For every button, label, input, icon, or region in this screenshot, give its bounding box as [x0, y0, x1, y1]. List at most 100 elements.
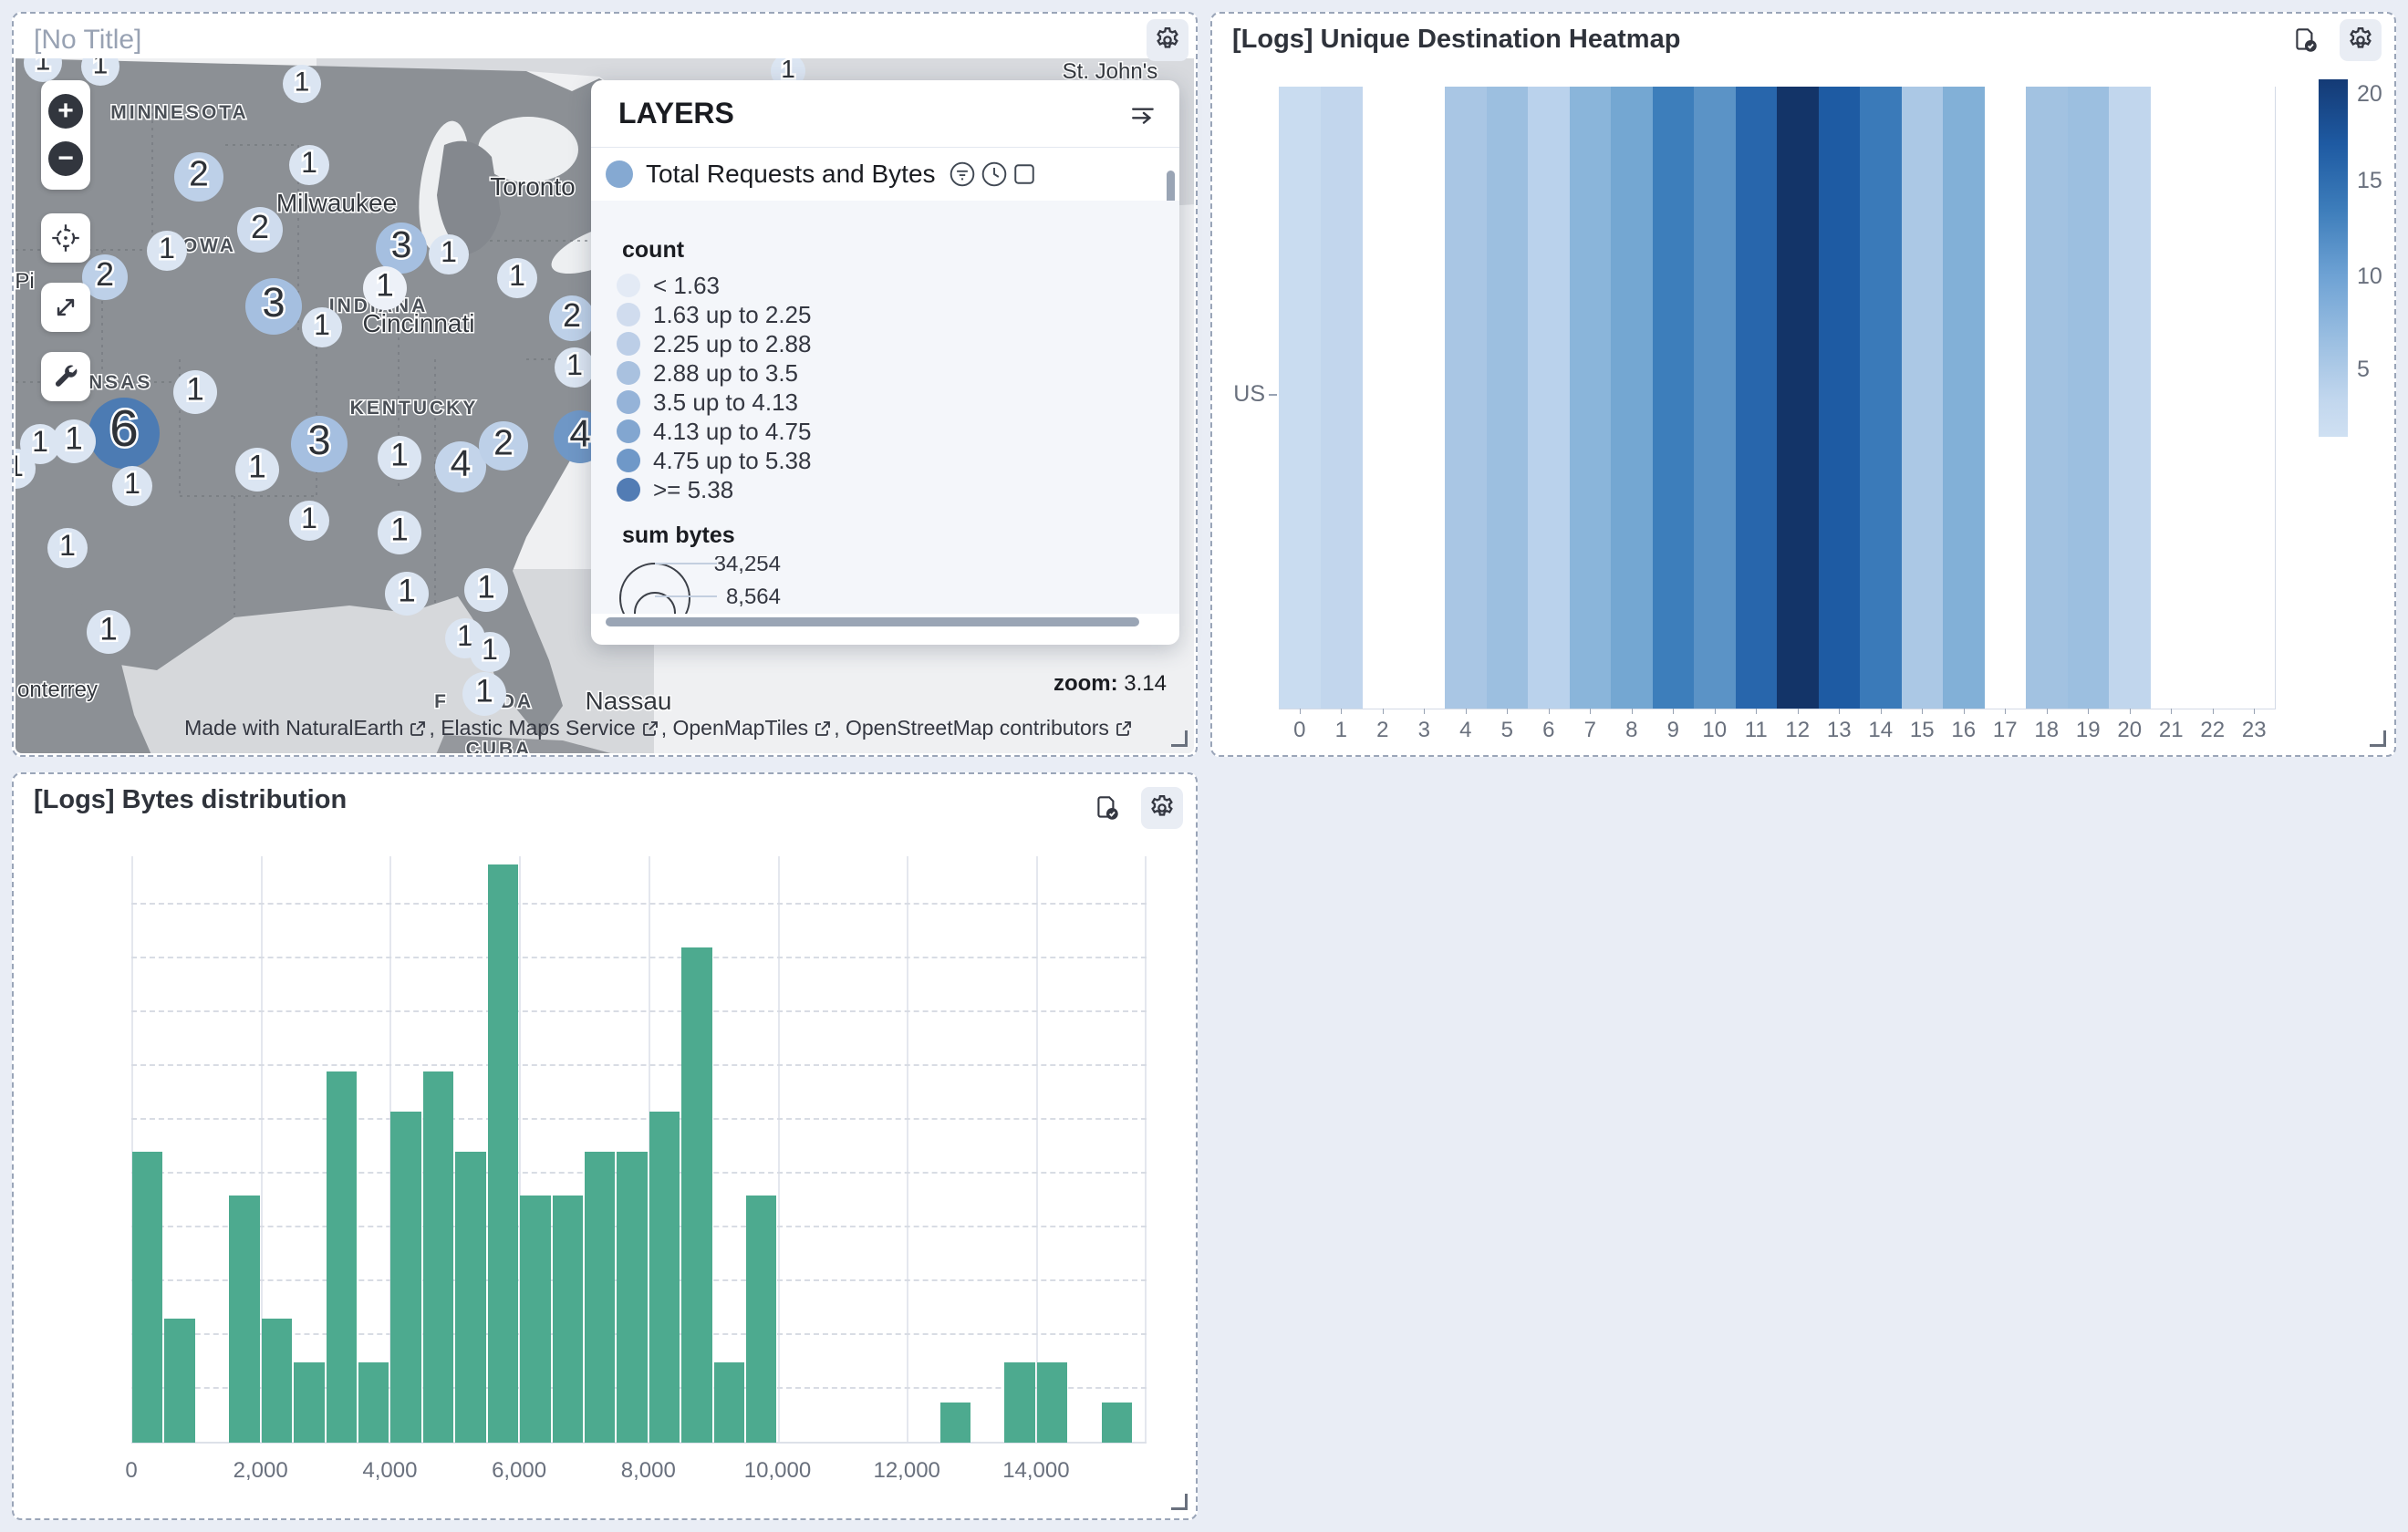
histogram-settings-button[interactable] — [1141, 787, 1183, 829]
heatmap-cell[interactable] — [1860, 87, 1902, 709]
legend-label: 4.75 up to 5.38 — [653, 447, 811, 475]
heatmap-cell[interactable] — [1694, 87, 1736, 709]
tools-button[interactable] — [41, 352, 90, 401]
histogram-bar[interactable] — [940, 1403, 970, 1443]
layer-row[interactable]: Total Requests and Bytes — [591, 148, 1179, 201]
histogram-bar[interactable] — [390, 1112, 420, 1443]
heatmap-settings-button[interactable] — [2340, 19, 2382, 61]
heatmap-cell[interactable] — [1611, 87, 1653, 709]
heatmap-x-label: 11 — [1745, 718, 1768, 743]
heatmap-cell[interactable] — [1487, 87, 1529, 709]
collapse-panel-icon[interactable] — [1130, 102, 1157, 126]
histogram-bar[interactable] — [358, 1362, 389, 1444]
histogram-save-to-library-button[interactable] — [1086, 787, 1128, 829]
heatmap-x-tick — [1507, 709, 1508, 714]
map-place-label: Pi — [16, 269, 35, 294]
map-cluster-count: 1 — [248, 450, 265, 485]
zoom-in-button[interactable]: + — [48, 94, 83, 129]
histogram-vertical-gridline — [1145, 856, 1147, 1443]
heatmap-cell[interactable] — [1279, 87, 1321, 709]
heatmap-x-tick — [1881, 709, 1882, 714]
heatmap-x-tick — [1756, 709, 1757, 714]
histogram-bar[interactable] — [294, 1362, 324, 1444]
heatmap-cell[interactable] — [1570, 87, 1612, 709]
heatmap-cell[interactable] — [1528, 87, 1570, 709]
attribution-link[interactable]: , OpenStreetMap contributors — [834, 716, 1109, 740]
sum-bytes-legend: 34,2548,5640 — [609, 556, 883, 614]
heatmap-cell[interactable] — [2026, 87, 2068, 709]
histogram-bar[interactable] — [488, 864, 518, 1443]
histogram-bar[interactable] — [262, 1319, 292, 1443]
heatmap-save-to-library-button[interactable] — [2285, 19, 2327, 61]
horizontal-scrollbar[interactable] — [606, 617, 1139, 626]
file-check-icon — [2291, 26, 2320, 55]
colorbar-tick-label: 5 — [2357, 357, 2370, 383]
clock-icon[interactable] — [981, 160, 1008, 188]
heatmap-cell[interactable] — [1777, 87, 1819, 709]
histogram-vertical-gridline — [1036, 856, 1038, 1443]
heatmap-cell[interactable] — [2109, 87, 2151, 709]
panel-resize-handle[interactable] — [2370, 730, 2386, 747]
histogram-bar[interactable] — [585, 1152, 615, 1443]
heatmap-cell[interactable] — [1736, 87, 1778, 709]
heatmap-cell[interactable] — [2068, 87, 2110, 709]
map-place-label: onterrey — [17, 678, 98, 702]
histogram-bar[interactable] — [746, 1196, 776, 1443]
map-cluster-count: 4 — [569, 411, 590, 454]
histogram-bar[interactable] — [681, 947, 711, 1443]
attribution-link[interactable]: , Elastic Maps Service — [429, 716, 635, 740]
histogram-bar[interactable] — [1004, 1362, 1034, 1444]
map-cluster-count: 1 — [390, 438, 408, 473]
map-controls: + − — [41, 80, 90, 421]
heatmap-cell[interactable] — [1321, 87, 1363, 709]
fit-to-data-button[interactable] — [41, 213, 90, 263]
histogram-bar[interactable] — [327, 1071, 357, 1443]
legend-label: 1.63 up to 2.25 — [653, 301, 811, 329]
zoom-out-button[interactable]: − — [48, 141, 83, 176]
heatmap-x-tick — [2088, 709, 2089, 714]
histogram-bar[interactable] — [1037, 1362, 1067, 1444]
histogram-bar[interactable] — [229, 1196, 259, 1443]
map-cluster-count: 2 — [563, 296, 581, 334]
heatmap-x-tick — [1300, 709, 1301, 714]
legend-swatch — [617, 303, 640, 326]
checkbox-icon[interactable] — [1012, 162, 1036, 186]
heatmap-cell[interactable] — [1943, 87, 1985, 709]
filter-icon[interactable] — [949, 160, 976, 188]
histogram-bar[interactable] — [423, 1071, 453, 1443]
map-settings-button[interactable] — [1147, 19, 1188, 61]
map-cluster-count: 1 — [398, 574, 415, 609]
histogram-bar[interactable] — [164, 1319, 194, 1443]
zoom-label: zoom: — [1054, 671, 1118, 696]
heatmap-row-tick — [1269, 394, 1277, 396]
count-legend-item: >= 5.38 — [617, 475, 1179, 504]
heatmap-row-label: US — [1212, 381, 1265, 408]
histogram-bar[interactable] — [132, 1152, 162, 1443]
histogram-bar[interactable] — [455, 1152, 485, 1443]
attribution-link[interactable]: Made with NaturalEarth — [184, 716, 403, 740]
histogram-bar[interactable] — [553, 1196, 583, 1443]
map-cluster-count: 2 — [493, 424, 514, 463]
sum-bytes-tick-label: 34,254 — [714, 556, 781, 576]
draw-bounds-button[interactable] — [41, 283, 90, 332]
histogram-bar[interactable] — [617, 1152, 647, 1443]
heatmap-x-label: 3 — [1418, 718, 1430, 743]
legend-swatch — [617, 361, 640, 385]
count-legend-item: 2.25 up to 2.88 — [617, 329, 1179, 358]
panel-resize-handle[interactable] — [1171, 730, 1188, 747]
attribution-link[interactable]: , OpenMapTiles — [661, 716, 809, 740]
heatmap-cell[interactable] — [1653, 87, 1695, 709]
histogram-bar[interactable] — [1102, 1403, 1132, 1443]
heatmap-plot[interactable] — [1279, 87, 2276, 709]
layers-title: LAYERS — [618, 97, 734, 130]
heatmap-cell[interactable] — [1902, 87, 1944, 709]
heatmap-cell[interactable] — [1819, 87, 1861, 709]
histogram-plot[interactable] — [131, 856, 1147, 1443]
histogram-bar[interactable] — [714, 1362, 744, 1444]
heatmap-cell[interactable] — [1445, 87, 1487, 709]
panel-resize-handle[interactable] — [1171, 1494, 1188, 1510]
histogram-bar[interactable] — [520, 1196, 550, 1443]
histogram-bar[interactable] — [649, 1112, 680, 1443]
histogram-x-label: 10,000 — [744, 1458, 811, 1484]
map-cluster-count: 1 — [65, 421, 82, 457]
